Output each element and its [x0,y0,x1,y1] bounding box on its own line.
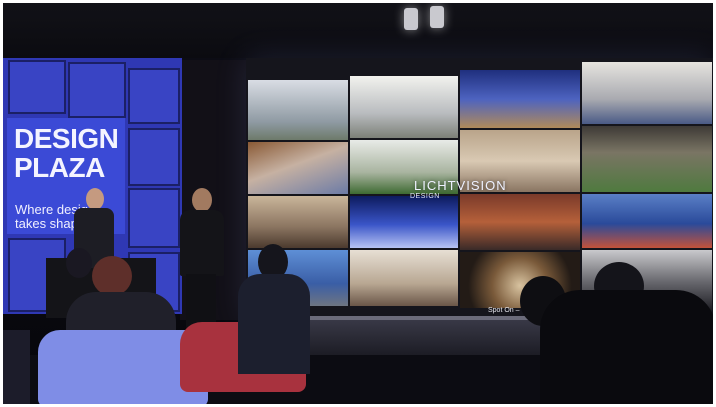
speaker-left-head [86,188,104,210]
audience-head-2 [92,256,132,296]
screen-photo-atrium [248,80,348,140]
screen-photo-stadium [350,196,458,248]
ceiling-light-left [404,8,418,30]
screen-footer-text: Spot On – [488,307,520,314]
audience-head-1 [66,248,92,278]
lichtvision-logo: LICHTVISION [414,178,507,193]
sign-title: DESIGN PLAZA [14,123,119,183]
screen-photo-tower [248,142,348,194]
sign-title-line1: DESIGN [14,123,119,154]
screen-photo-ceiling [248,196,348,248]
audience-body-3 [238,274,310,374]
screen-photo-trees-interior [582,126,712,192]
event-photo: DESIGN PLAZA Where desig takes shap LICH… [0,0,716,407]
screen-photo-night-facade [460,70,580,128]
lichtvision-design-label: DESIGN [410,193,440,200]
speaker-right-body [180,210,224,276]
screen-photo-gallery [350,250,458,306]
audience-left-edge [0,330,30,407]
audience-body-5 [540,290,716,407]
ceiling-light-right [430,6,444,28]
screen-photo-hall [582,62,712,124]
screen-photo-skylight [350,76,458,138]
screen-photo-bridge [582,194,712,248]
screen-photo-lamps [460,194,580,250]
sign-title-line2: PLAZA [14,152,105,183]
ceiling [0,0,716,58]
speaker-right-head [192,188,212,212]
